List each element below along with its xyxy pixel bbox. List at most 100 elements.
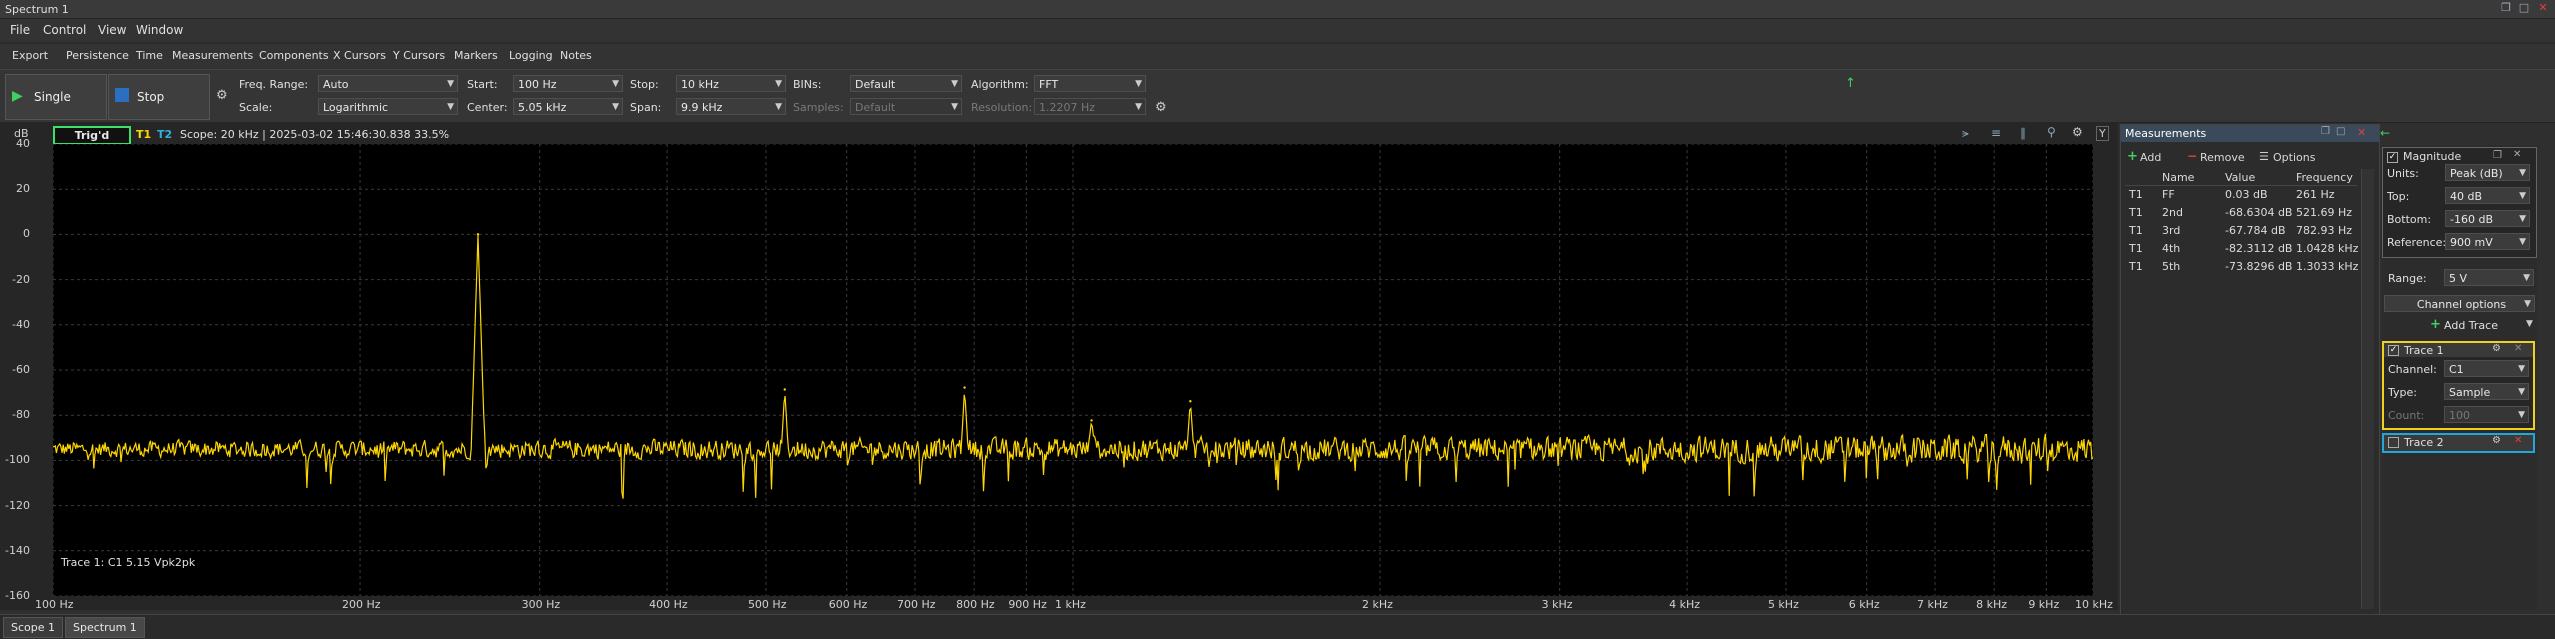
bins-value: Default [855, 78, 896, 91]
plot-header: dB Trig'd T1 T2 Scope: 20 kHz | 2025-03-… [0, 124, 2118, 145]
trace2-label: Trace 2 [2404, 436, 2444, 449]
type-value: Sample [2449, 386, 2491, 399]
measurements-scrollbar[interactable] [2361, 169, 2374, 609]
span-input[interactable]: 9.9 kHz ▼ [676, 98, 786, 115]
x-tick-label: 9 kHz [2028, 598, 2060, 611]
toolbar-time[interactable]: Time [136, 49, 163, 62]
single-button[interactable]: ▶ Single [5, 74, 107, 120]
chevron-down-icon[interactable]: ▼ [2526, 319, 2533, 329]
spectrum-plot[interactable]: Trace 1: C1 5.15 Vpk2pk [53, 144, 2093, 596]
chevron-down-icon: ▼ [612, 79, 619, 89]
chevron-down-icon: ▼ [612, 102, 619, 112]
start-input[interactable]: 100 Hz ▼ [513, 75, 623, 92]
group-close-icon[interactable]: ✕ [2513, 149, 2521, 160]
trace2-close-icon[interactable]: ✕ [2514, 435, 2522, 446]
settings-gear-icon[interactable]: ⚙ [1155, 100, 1167, 115]
x-axis: 100 Hz 200 Hz 300 Hz 400 Hz 500 Hz 600 Hz 700 … [35, 598, 2113, 612]
remove-measurement-button[interactable]: Remove [2200, 151, 2245, 164]
top-input[interactable]: 40 dB ▼ [2445, 187, 2530, 204]
spectrum-settings-panel: ✓ Magnitude ❐ ✕ Units: Peak (dB) ▼ Top: 4… [2382, 145, 2537, 610]
table-row[interactable]: T1 FF 0.03 dB 261 Hz [2125, 186, 2357, 204]
peak-point [963, 386, 966, 389]
toolbar-measurements[interactable]: Measurements [172, 49, 253, 62]
table-row[interactable]: T1 3rd -67.784 dB 782.93 Hz [2125, 222, 2357, 240]
toolbar-markers[interactable]: Markers [454, 49, 498, 62]
y-tick-label: -100 [5, 453, 30, 467]
options-button[interactable]: Options [2273, 151, 2315, 164]
center-input[interactable]: 5.05 kHz ▼ [513, 98, 623, 115]
reference-input[interactable]: 900 mV ▼ [2445, 233, 2530, 250]
channel-select[interactable]: C1 ▼ [2444, 360, 2529, 377]
window-title: Spectrum 1 [5, 3, 69, 16]
trace1-checkbox[interactable]: ✓ [2388, 345, 2399, 356]
table-row[interactable]: T1 5th -73.8296 dB 1.3033 kHz [2125, 258, 2358, 276]
y-axis-icon[interactable]: Y [2096, 126, 2109, 141]
zoom-icon[interactable]: ⚲ [2047, 125, 2056, 139]
maximize-icon[interactable]: □ [2518, 2, 2530, 14]
y-tick-label: -120 [5, 498, 30, 512]
tab-scope-1[interactable]: Scope 1 [3, 617, 64, 638]
toolbar-export[interactable]: Export [12, 49, 48, 62]
trace2-checkbox[interactable] [2388, 437, 2399, 448]
algorithm-select[interactable]: FFT ▼ [1034, 75, 1146, 92]
scale-select[interactable]: Logarithmic ▼ [318, 98, 458, 115]
close-icon[interactable]: ✕ [2357, 126, 2366, 139]
arrow-left-icon[interactable]: ← [2380, 126, 2390, 140]
menu-view[interactable]: View [98, 23, 126, 37]
trace-info: Trace 1: C1 5.15 Vpk2pk [61, 556, 196, 569]
trace1-settings-icon[interactable]: ⚙ [2492, 343, 2501, 354]
magnitude-checkbox[interactable]: ✓ [2387, 152, 2398, 163]
trace2-settings-icon[interactable]: ⚙ [2492, 435, 2501, 446]
toolbar-notes[interactable]: Notes [560, 49, 592, 62]
maximize-icon[interactable]: □ [2336, 126, 2345, 137]
trace1-close-icon[interactable]: ✕ [2514, 343, 2522, 354]
add-trace-icon[interactable]: + [2430, 317, 2441, 332]
measurements-panel: Measurements ❐ □ ✕ + Add − Remove ☰ Opti… [2120, 124, 2380, 616]
stop-button[interactable]: Stop [108, 74, 210, 120]
toolbar-x-cursors[interactable]: X Cursors [333, 49, 386, 62]
bins-select[interactable]: Default ▼ [850, 75, 962, 92]
toolbar-components[interactable]: Components [259, 49, 329, 62]
chevron-down-icon: ▼ [447, 102, 454, 112]
center-label: Center: [467, 101, 508, 114]
remove-icon[interactable]: − [2187, 149, 2197, 163]
acquisition-controls: ▶ Single Stop ⚙ Freq. Range: Auto ▼ Scale… [0, 69, 2555, 123]
restore-icon[interactable]: ❐ [2500, 2, 2512, 14]
add-icon[interactable]: + [2127, 149, 2138, 164]
group-collapse-icon[interactable]: ❐ [2493, 150, 2502, 161]
ruler-icon[interactable]: ∥ [2020, 126, 2026, 140]
menu-window[interactable]: Window [136, 23, 183, 37]
chevron-down-icon: ▼ [2519, 191, 2526, 201]
toolbar-logging[interactable]: Logging [509, 49, 553, 62]
channel-options-button[interactable]: Channel options ▼ [2384, 295, 2535, 312]
freq-range-select[interactable]: Auto ▼ [318, 75, 458, 92]
toolbar-persistence[interactable]: Persistence [66, 49, 129, 62]
gear-icon[interactable]: ⚙ [216, 88, 228, 103]
menu-control[interactable]: Control [43, 23, 86, 37]
range-select[interactable]: 5 V ▼ [2444, 269, 2534, 286]
row-trace: T1 [2129, 188, 2143, 201]
stack-icon[interactable]: ≡ [1991, 126, 2001, 140]
table-row[interactable]: T1 2nd -68.6304 dB 521.69 Hz [2125, 204, 2357, 222]
y-tick-label: 40 [16, 137, 30, 150]
table-row[interactable]: T1 4th -82.3112 dB 1.0428 kHz [2125, 240, 2358, 258]
collapse-icon[interactable]: ⪫ [1962, 126, 1969, 141]
tab-spectrum-1[interactable]: Spectrum 1 [65, 617, 145, 638]
t1-indicator[interactable]: T1 [136, 128, 151, 141]
options-icon[interactable]: ☰ [2259, 150, 2269, 163]
type-select[interactable]: Sample ▼ [2444, 383, 2529, 400]
restore-icon[interactable]: ❐ [2321, 126, 2330, 137]
add-trace-button[interactable]: Add Trace [2444, 319, 2498, 332]
y-tick-label: -140 [5, 543, 30, 557]
bottom-input[interactable]: -160 dB ▼ [2445, 210, 2530, 227]
units-select[interactable]: Peak (dB) ▼ [2445, 164, 2530, 181]
menu-file[interactable]: File [10, 23, 30, 37]
toolbar-y-cursors[interactable]: Y Cursors [393, 49, 445, 62]
plot-gear-icon[interactable]: ⚙ [2072, 125, 2083, 139]
add-measurement-button[interactable]: Add [2140, 151, 2161, 164]
close-icon[interactable]: ✕ [2537, 2, 2549, 14]
chevron-down-icon: ▼ [1135, 79, 1142, 89]
y-tick-label: -160 [5, 589, 30, 602]
stop-freq-input[interactable]: 10 kHz ▼ [676, 75, 786, 92]
t2-indicator[interactable]: T2 [157, 128, 172, 141]
